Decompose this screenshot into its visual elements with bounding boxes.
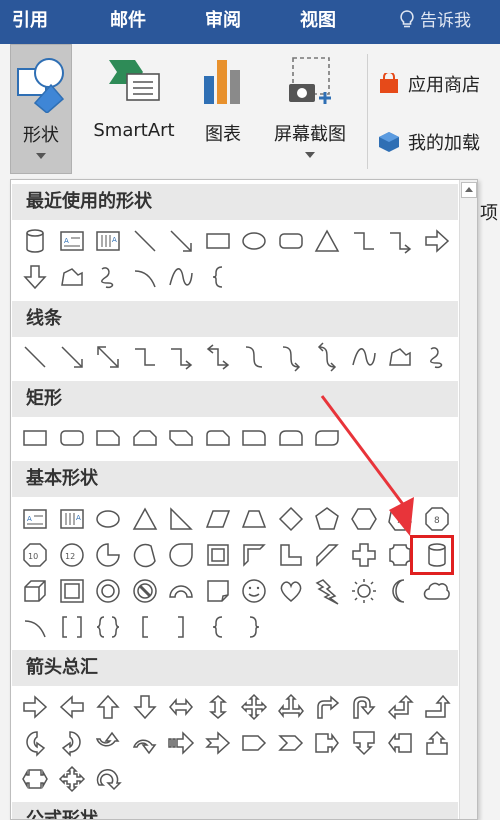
annotation-arrow-icon	[320, 395, 414, 536]
